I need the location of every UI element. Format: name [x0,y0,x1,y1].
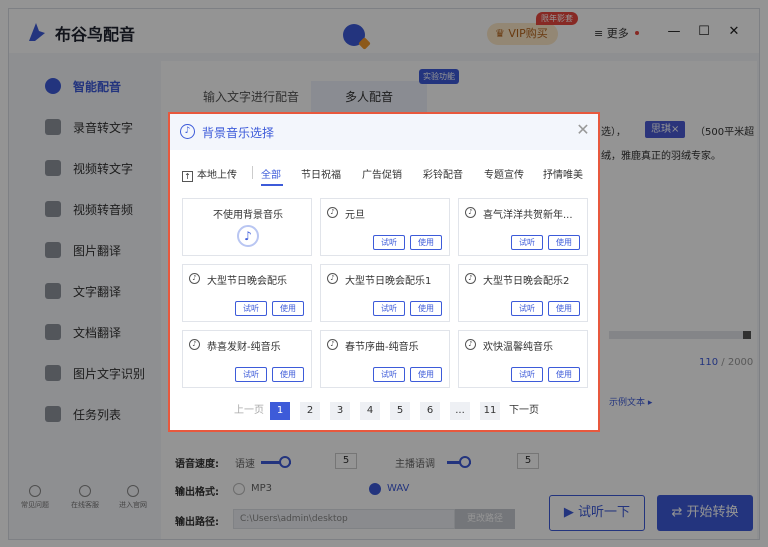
track-listen-button[interactable]: 试听 [235,301,267,316]
track-name: 欢快温馨纯音乐 [483,342,553,353]
music-card: ♪ 恭喜发财-纯音乐 试听 使用 [182,330,312,388]
music-note-icon: ♪ [237,225,259,247]
music-note-icon: ♪ [327,339,338,350]
upload-icon: ↑ [182,171,193,182]
track-name: 喜气洋洋共贺新年... [483,210,573,221]
music-card: ♪ 元旦 试听 使用 [320,198,450,256]
local-upload-button[interactable]: ↑ 本地上传 [182,166,237,182]
page-button[interactable]: 2 [300,402,320,420]
track-use-button[interactable]: 使用 [272,367,304,382]
track-listen-button[interactable]: 试听 [373,301,405,316]
music-note-icon: ♪ [189,339,200,350]
music-card: ♪ 欢快温馨纯音乐 试听 使用 [458,330,588,388]
dialog-title: 背景音乐选择 [202,126,275,140]
music-card: ♪ 大型节日晚会配乐2 试听 使用 [458,264,588,322]
music-note-icon: ♪ [189,273,200,284]
track-use-button[interactable]: 使用 [410,235,442,250]
no-music-label: 不使用背景音乐 [213,210,283,221]
upload-label: 本地上传 [197,170,237,181]
track-listen-button[interactable]: 试听 [373,235,405,250]
prev-page-button[interactable]: 上一页 [232,402,266,420]
dialog-close-icon[interactable]: ✕ [574,120,592,140]
category-tab-topic[interactable]: 专题宣传 [484,166,524,181]
page-button[interactable]: 6 [420,402,440,420]
no-music-card[interactable]: 不使用背景音乐 ♪ [182,198,312,256]
track-listen-button[interactable]: 试听 [511,367,543,382]
page-button[interactable]: 11 [480,402,500,420]
track-use-button[interactable]: 使用 [548,301,580,316]
track-listen-button[interactable]: 试听 [511,235,543,250]
category-tab-ads[interactable]: 广告促销 [362,166,402,181]
music-card: ♪ 春节序曲-纯音乐 试听 使用 [320,330,450,388]
dialog-header: ♪ 背景音乐选择 ✕ [170,114,598,150]
category-tab-lyrical[interactable]: 抒情唯美 [543,166,583,181]
divider [252,166,253,179]
category-underline [261,184,283,186]
track-listen-button[interactable]: 试听 [373,367,405,382]
track-name: 恭喜发财-纯音乐 [207,342,281,353]
track-listen-button[interactable]: 试听 [511,301,543,316]
music-card: ♪ 大型节日晚会配乐 试听 使用 [182,264,312,322]
track-name: 大型节日晚会配乐 [207,276,287,287]
music-note-icon: ♪ [465,207,476,218]
music-note-icon: ♪ [465,339,476,350]
music-note-icon: ♪ [180,124,195,139]
music-note-icon: ♪ [465,273,476,284]
music-note-icon: ♪ [327,273,338,284]
music-card: ♪ 大型节日晚会配乐1 试听 使用 [320,264,450,322]
page-button[interactable]: 3 [330,402,350,420]
bg-music-dialog: ♪ 背景音乐选择 ✕ ↑ 本地上传 全部 节日祝福 广告促销 彩铃配音 专题宣传 … [168,112,600,432]
track-use-button[interactable]: 使用 [410,367,442,382]
category-tab-all[interactable]: 全部 [261,166,281,181]
page-button[interactable]: 1 [270,402,290,420]
track-use-button[interactable]: 使用 [272,301,304,316]
page-button[interactable]: 4 [360,402,380,420]
next-page-button[interactable]: 下一页 [506,402,542,420]
music-note-icon: ♪ [327,207,338,218]
music-card: ♪ 喜气洋洋共贺新年... 试听 使用 [458,198,588,256]
track-name: 元旦 [345,210,365,221]
track-name: 大型节日晚会配乐1 [345,276,432,287]
category-tab-festival[interactable]: 节日祝福 [301,166,341,181]
track-use-button[interactable]: 使用 [548,235,580,250]
category-tab-ringtone[interactable]: 彩铃配音 [423,166,463,181]
page-ellipsis[interactable]: ... [450,402,470,420]
track-listen-button[interactable]: 试听 [235,367,267,382]
page-button[interactable]: 5 [390,402,410,420]
track-name: 春节序曲-纯音乐 [345,342,419,353]
track-use-button[interactable]: 使用 [410,301,442,316]
track-use-button[interactable]: 使用 [548,367,580,382]
track-name: 大型节日晚会配乐2 [483,276,570,287]
